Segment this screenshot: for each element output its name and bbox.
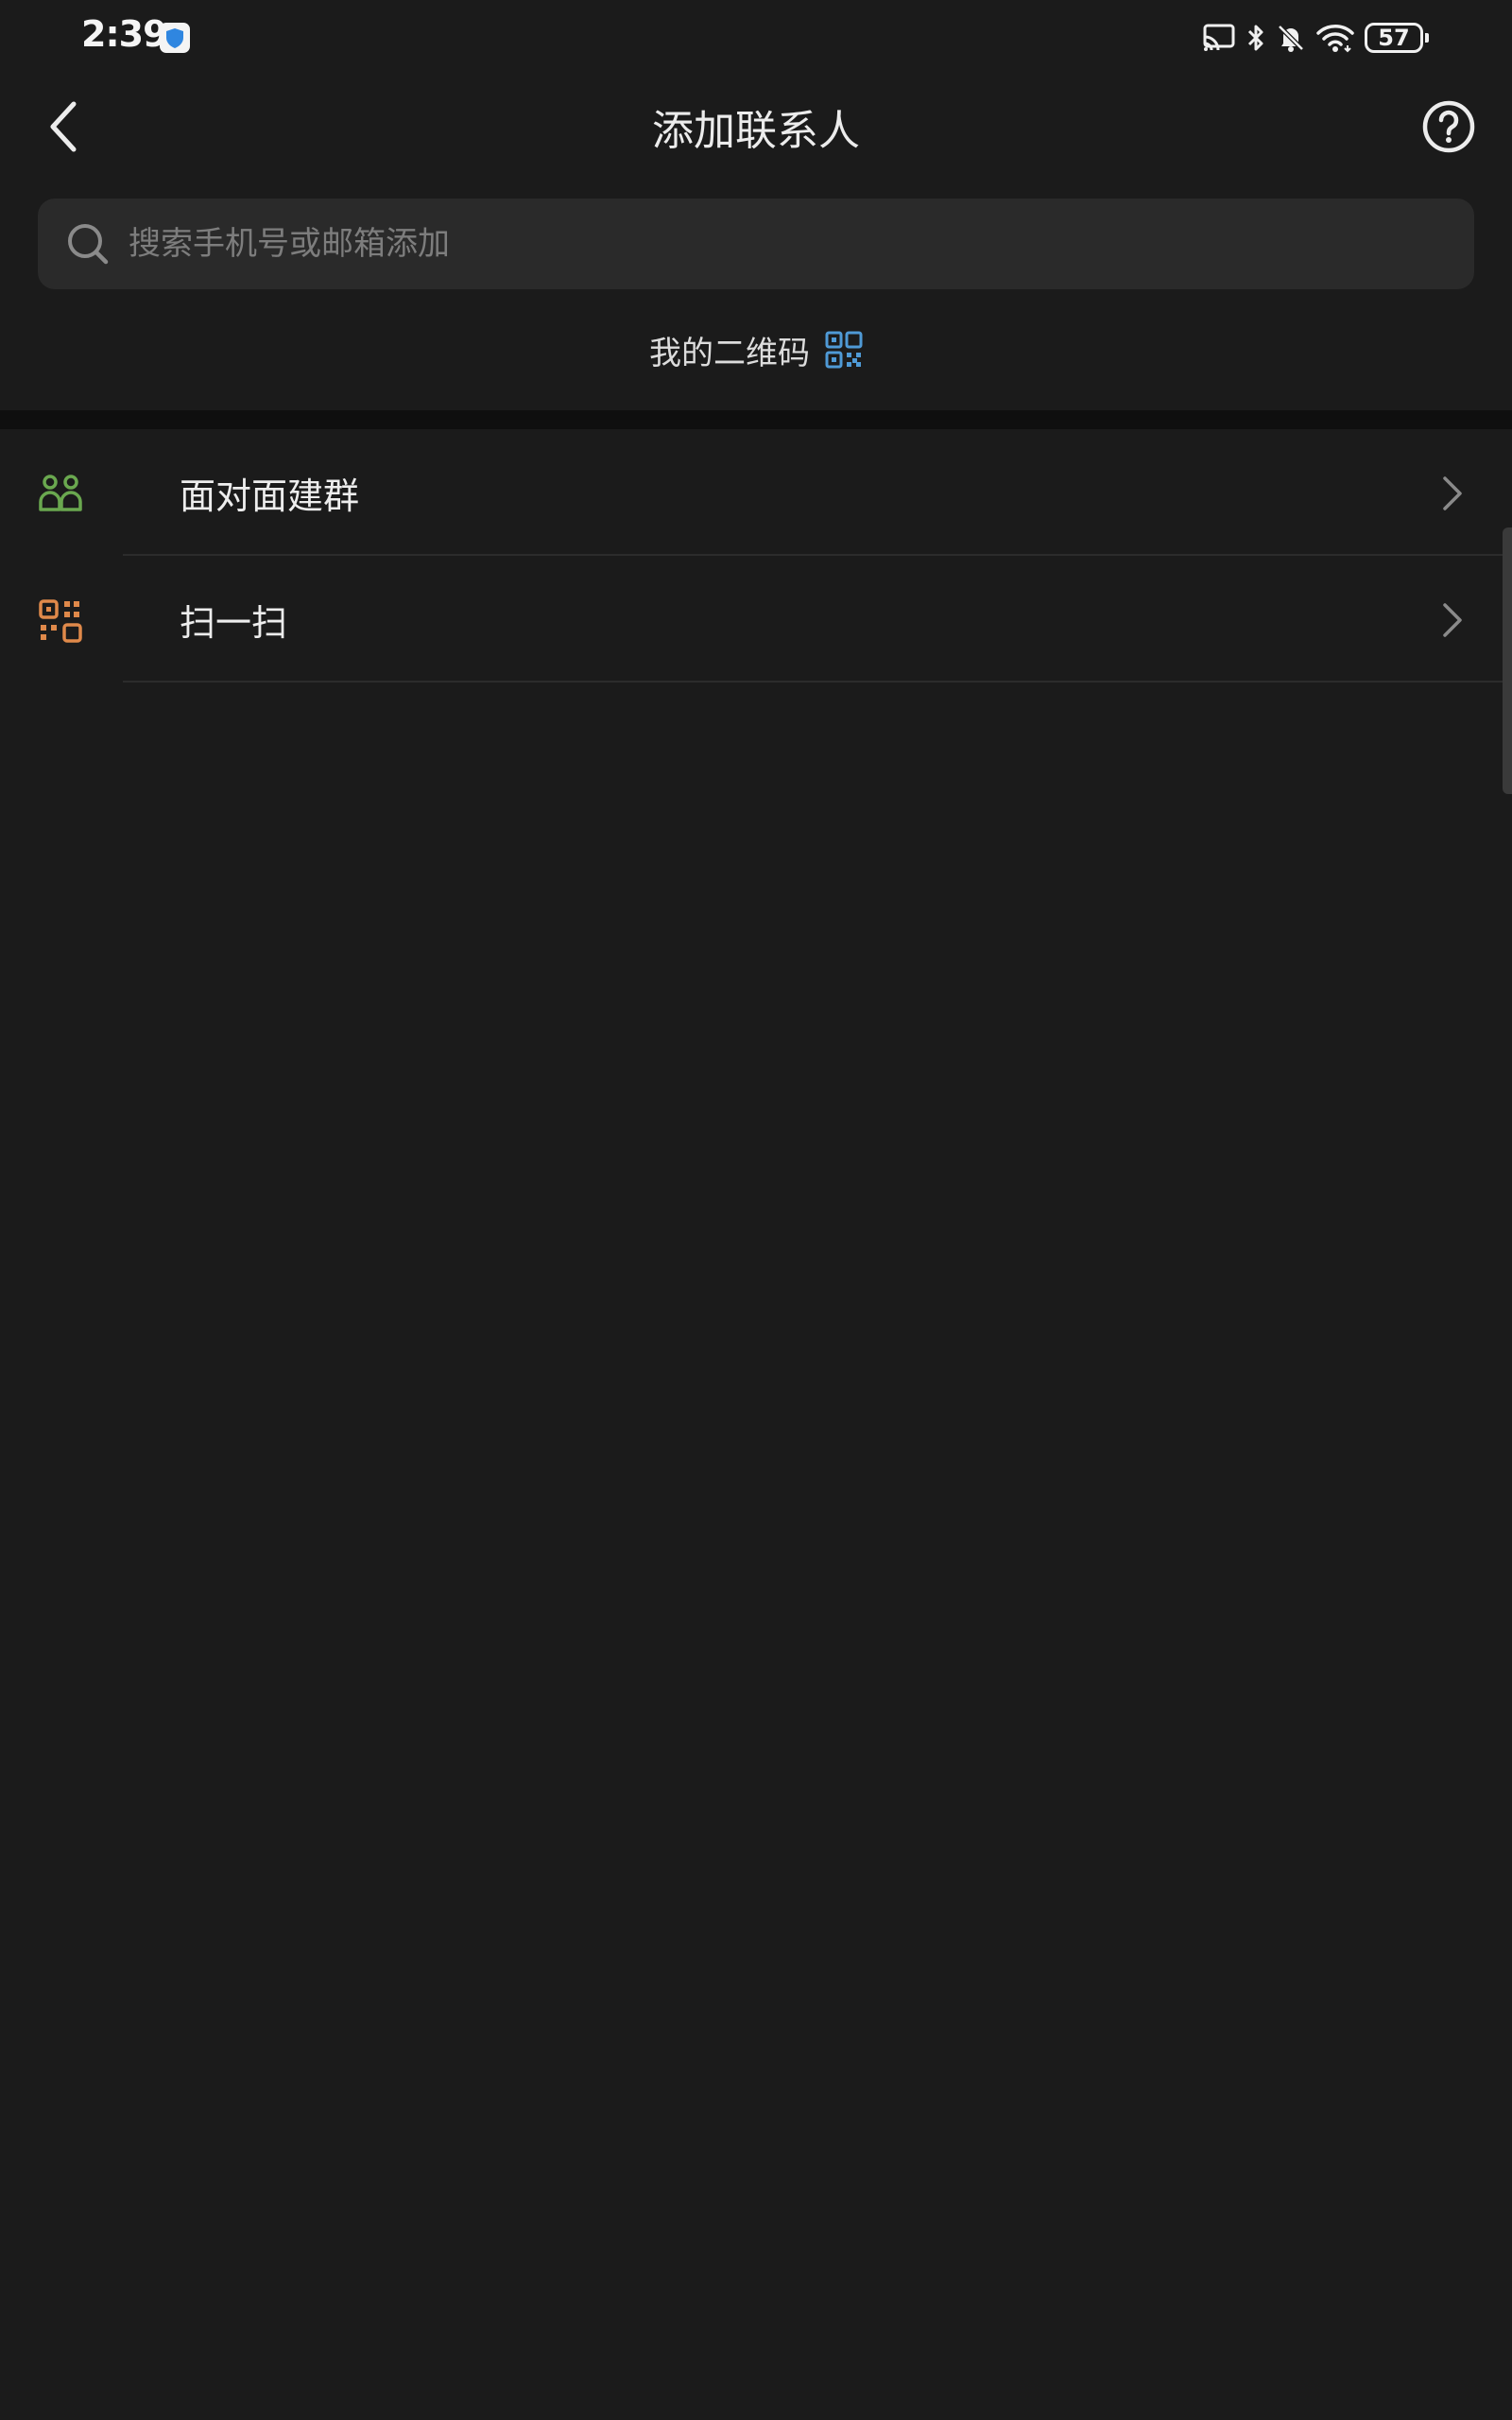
action-list: 面对面建群 扫一扫 (0, 429, 1512, 683)
bluetooth-icon (1246, 23, 1266, 53)
security-shield-icon (160, 23, 190, 53)
list-item-label: 面对面建群 (180, 475, 360, 517)
page-title: 添加联系人 (652, 107, 860, 155)
search-box[interactable] (38, 199, 1474, 289)
qr-code-icon (825, 331, 863, 369)
list-divider (123, 681, 1512, 683)
list-item-scan[interactable]: 扫一扫 (0, 556, 1512, 683)
status-bar: 2:39 57 (0, 0, 1512, 76)
help-button[interactable] (1421, 99, 1476, 154)
chevron-right-icon (1443, 603, 1462, 637)
battery-icon: 57 (1365, 23, 1423, 53)
scrollbar[interactable] (1503, 527, 1512, 794)
list-item-face-to-face-group[interactable]: 面对面建群 (0, 429, 1512, 556)
search-icon (68, 224, 109, 265)
chevron-right-icon (1443, 476, 1462, 510)
status-icons: 57 (1202, 19, 1429, 57)
list-item-label: 扫一扫 (180, 602, 288, 644)
my-qr-code-link[interactable]: 我的二维码 (0, 321, 1512, 378)
my-qr-code-label: 我的二维码 (649, 334, 810, 372)
cast-icon (1202, 23, 1236, 53)
scan-icon (39, 599, 82, 643)
status-time: 2:39 (81, 13, 168, 55)
group-people-icon (39, 475, 82, 511)
battery-level: 57 (1378, 25, 1410, 51)
header: 添加联系人 (0, 76, 1512, 180)
section-divider (0, 410, 1512, 429)
mute-icon (1276, 23, 1306, 53)
battery-cap (1425, 33, 1429, 43)
help-icon (1422, 100, 1475, 153)
search-input[interactable] (127, 224, 1435, 264)
wifi-icon (1315, 23, 1355, 53)
